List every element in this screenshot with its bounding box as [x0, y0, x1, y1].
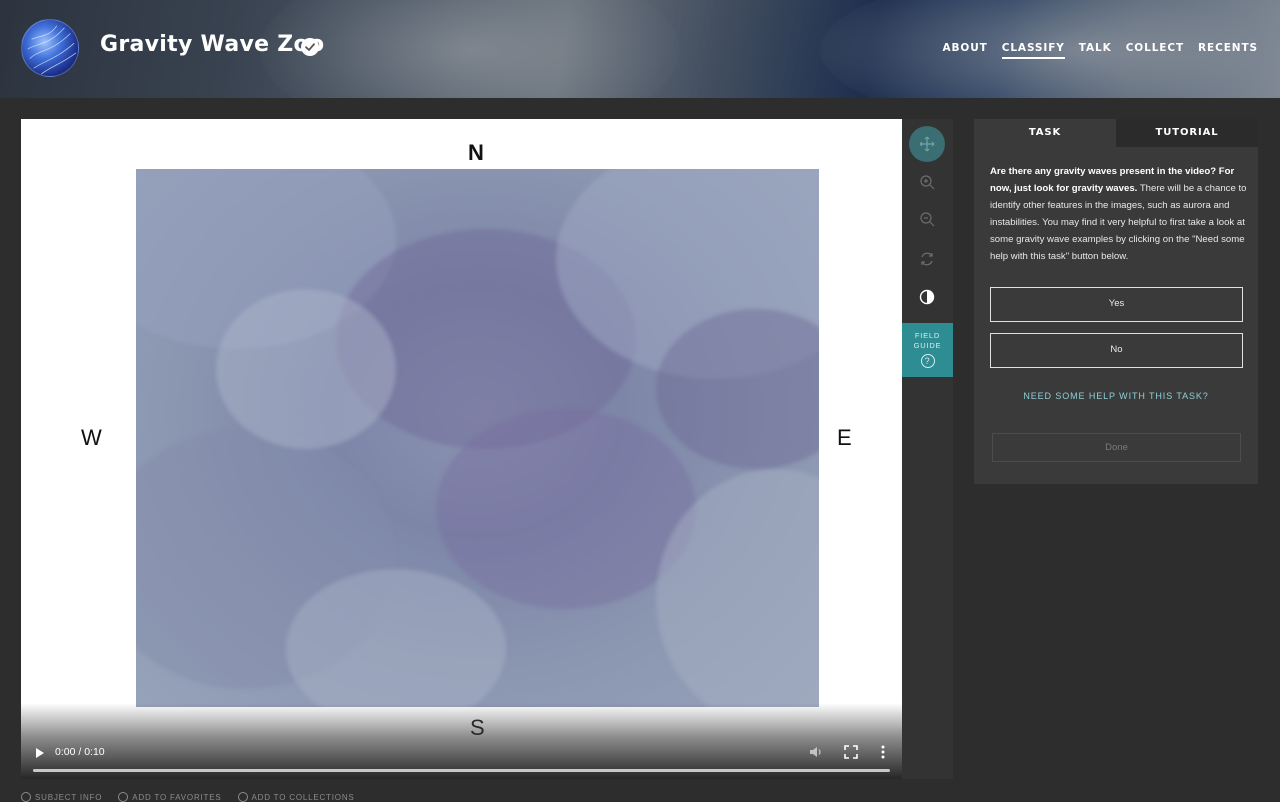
field-guide-label: GUIDE	[913, 341, 942, 350]
all-sky-video-frame[interactable]	[136, 169, 819, 707]
add-collections-label: ADD TO COLLECTIONS	[251, 792, 355, 802]
rotate-button[interactable]	[909, 241, 945, 277]
rotate-icon	[921, 252, 933, 266]
subject-viewer[interactable]: N W E 0:00 / 0:10 S	[21, 119, 902, 779]
task-tabs: TASK TUTORIAL	[974, 119, 1258, 147]
play-icon[interactable]	[35, 747, 45, 759]
nav-talk[interactable]: TALK	[1079, 42, 1112, 59]
heart-icon	[118, 792, 129, 802]
answer-yes-button[interactable]: Yes	[990, 287, 1243, 322]
nav-recents[interactable]: RECENTS	[1198, 42, 1258, 59]
project-nav: ABOUT CLASSIFY TALK COLLECT RECENTS	[942, 42, 1258, 59]
field-guide-button[interactable]: FIELD GUIDE ?	[902, 323, 953, 377]
add-collections-button[interactable]: ADD TO COLLECTIONS	[237, 792, 355, 802]
task-panel: TASK TUTORIAL Are there any gravity wave…	[974, 119, 1258, 484]
viewer-toolbar: FIELD GUIDE ?	[902, 119, 953, 779]
nav-classify[interactable]: CLASSIFY	[1001, 42, 1065, 59]
add-favorites-button[interactable]: ADD TO FAVORITES	[118, 792, 221, 802]
answer-no-button[interactable]: No	[990, 333, 1243, 368]
invert-button[interactable]	[909, 279, 945, 315]
video-time: 0:00 / 0:10	[55, 746, 105, 758]
project-avatar[interactable]	[21, 19, 79, 77]
field-guide-label: FIELD	[914, 331, 941, 340]
zoom-in-icon	[920, 175, 935, 190]
invert-icon	[919, 289, 935, 305]
fullscreen-icon[interactable]	[844, 745, 858, 759]
move-icon	[919, 136, 935, 152]
more-options-icon[interactable]	[879, 744, 887, 760]
compass-east: E	[837, 425, 852, 450]
video-progress-bar[interactable]	[33, 769, 890, 772]
compass-north: N	[468, 140, 484, 165]
zoom-in-button[interactable]	[909, 164, 945, 200]
task-help-link[interactable]: NEED SOME HELP WITH THIS TASK?	[974, 391, 1258, 401]
project-title[interactable]: Gravity Wave Zoo	[100, 32, 324, 57]
tab-task[interactable]: TASK	[974, 119, 1116, 147]
zoom-out-icon	[920, 212, 935, 227]
compass-west: W	[81, 425, 102, 450]
avatar-image	[27, 25, 77, 75]
collection-icon	[237, 792, 248, 802]
video-controls: 0:00 / 0:10	[21, 703, 902, 779]
info-icon	[21, 792, 31, 802]
zoom-out-button[interactable]	[909, 201, 945, 237]
add-favorites-label: ADD TO FAVORITES	[132, 792, 222, 802]
project-header: Gravity Wave Zoo ABOUT CLASSIFY TALK COL…	[0, 0, 1280, 98]
nav-collect[interactable]: COLLECT	[1126, 42, 1184, 59]
volume-icon[interactable]	[809, 745, 823, 759]
subject-info-label: SUBJECT INFO	[35, 792, 103, 802]
move-tool-button[interactable]	[909, 126, 945, 162]
verified-badge-icon	[301, 38, 319, 56]
task-question-text: There will be a chance to identify other…	[990, 183, 1247, 262]
subject-meta-bar: SUBJECT INFO ADD TO FAVORITES ADD TO COL…	[21, 792, 355, 802]
subject-info-button[interactable]: SUBJECT INFO	[21, 792, 102, 802]
task-question: Are there any gravity waves present in t…	[990, 163, 1248, 265]
tab-tutorial[interactable]: TUTORIAL	[1116, 119, 1258, 147]
done-button[interactable]: Done	[992, 433, 1241, 462]
help-circle-icon: ?	[920, 354, 935, 368]
nav-about[interactable]: ABOUT	[942, 42, 987, 59]
compass-south: S	[470, 715, 485, 740]
